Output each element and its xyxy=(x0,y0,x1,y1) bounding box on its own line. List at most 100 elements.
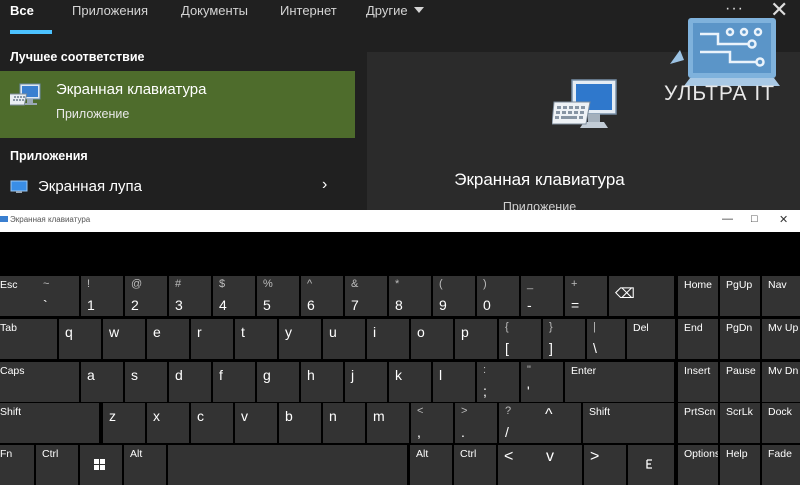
key-b[interactable]: b xyxy=(279,403,321,443)
key-help[interactable]: Help xyxy=(720,445,760,485)
key-sym[interactable]: >. xyxy=(455,403,497,443)
key-1[interactable]: ! 1 xyxy=(81,276,123,316)
key-sym[interactable]: > xyxy=(584,445,626,485)
key-7[interactable]: & 7 xyxy=(345,276,387,316)
key-8[interactable]: * 8 xyxy=(389,276,431,316)
key-r[interactable]: r xyxy=(191,319,233,359)
key-c[interactable]: c xyxy=(191,403,233,443)
key-pgdn[interactable]: PgDn xyxy=(720,319,760,359)
key-j[interactable]: j xyxy=(345,362,387,402)
key-caps[interactable]: Caps xyxy=(0,362,79,402)
key-i[interactable]: i xyxy=(367,319,409,359)
key-ctrl[interactable]: Ctrl xyxy=(36,445,78,485)
key-g[interactable]: g xyxy=(257,362,299,402)
key-t[interactable]: t xyxy=(235,319,277,359)
close-window-button[interactable]: ✕ xyxy=(779,213,788,226)
key-shift[interactable]: Shift xyxy=(0,403,99,443)
key-o[interactable]: o xyxy=(411,319,453,359)
key-0[interactable]: ) 0 xyxy=(477,276,519,316)
key-3[interactable]: #3 xyxy=(169,276,211,316)
key-sym[interactable]: }] xyxy=(543,319,585,359)
key-sym[interactable]: " ' xyxy=(521,362,563,402)
key-z[interactable]: z xyxy=(103,403,145,443)
key-label: PgUp xyxy=(726,279,753,291)
minimize-button[interactable]: — xyxy=(722,213,733,225)
key-sym[interactable]: ~ ` xyxy=(37,276,79,316)
list-item-magnifier[interactable]: Экранная лупа › xyxy=(0,176,355,202)
key-s[interactable]: s xyxy=(125,362,167,402)
key-pgup[interactable]: PgUp xyxy=(720,276,760,316)
tab-all[interactable]: Все xyxy=(10,3,34,18)
key-sym[interactable]: < xyxy=(498,445,540,485)
key-label: f xyxy=(219,367,223,383)
key-end[interactable]: End xyxy=(678,319,718,359)
key-ctrl[interactable]: Ctrl xyxy=(454,445,496,485)
key-insert[interactable]: Insert xyxy=(678,362,718,402)
key-f[interactable]: f xyxy=(213,362,255,402)
key-sym[interactable]: + = xyxy=(565,276,607,316)
key-9[interactable]: (9 xyxy=(433,276,475,316)
key-h[interactable]: h xyxy=(301,362,343,402)
key-a[interactable]: a xyxy=(81,362,123,402)
best-match-item[interactable]: Экранная клавиатура Приложение xyxy=(0,71,355,138)
key-5[interactable]: % 5 xyxy=(257,276,299,316)
tab-internet[interactable]: Интернет xyxy=(280,3,337,18)
key-scrlk[interactable]: ScrLk xyxy=(720,403,760,443)
key-sym[interactable]: :; xyxy=(477,362,519,402)
key-mv-dn[interactable]: Mv Dn xyxy=(762,362,800,402)
key-tab[interactable]: Tab xyxy=(0,319,57,359)
key-pause[interactable]: Pause xyxy=(720,362,760,402)
key-mv-up[interactable]: Mv Up xyxy=(762,319,800,359)
key-shift-label: % xyxy=(263,278,273,290)
key-keyboard-layout[interactable] xyxy=(628,445,674,485)
key-sym[interactable]: ⌫ xyxy=(609,276,674,316)
key-label: l xyxy=(439,367,443,383)
key-enter[interactable]: Enter xyxy=(565,362,674,402)
key-l[interactable]: l xyxy=(433,362,475,402)
osk-titlebar: Экранная клавиатура — □ ✕ xyxy=(0,210,800,232)
key-d[interactable]: d xyxy=(169,362,211,402)
key-v[interactable]: v xyxy=(540,445,582,485)
key-k[interactable]: k xyxy=(389,362,431,402)
key-sym[interactable]: ^ xyxy=(539,403,581,443)
key-home[interactable]: Home xyxy=(678,276,718,316)
key-del[interactable]: Del xyxy=(627,319,675,359)
key-2[interactable]: @2 xyxy=(125,276,167,316)
key-label: Del xyxy=(633,322,649,334)
key-prtscn[interactable]: PrtScn xyxy=(678,403,718,443)
key-6[interactable]: ^ 6 xyxy=(301,276,343,316)
key-sym[interactable]: ? / xyxy=(499,403,541,443)
key-4[interactable]: $4 xyxy=(213,276,255,316)
key-e[interactable]: e xyxy=(147,319,189,359)
key-shift-label: ) xyxy=(483,278,487,290)
key-w[interactable]: w xyxy=(103,319,145,359)
key-sym[interactable]: {[ xyxy=(499,319,541,359)
key-space[interactable] xyxy=(168,445,407,485)
key-v[interactable]: v xyxy=(235,403,277,443)
key-alt[interactable]: Alt xyxy=(124,445,166,485)
chevron-right-icon[interactable]: › xyxy=(322,176,327,194)
key-n[interactable]: n xyxy=(323,403,365,443)
tab-other[interactable]: Другие xyxy=(366,3,424,18)
key-y[interactable]: y xyxy=(279,319,321,359)
key-m[interactable]: m xyxy=(367,403,409,443)
key-options[interactable]: Options xyxy=(678,445,718,485)
key-p[interactable]: p xyxy=(455,319,497,359)
key-x[interactable]: x xyxy=(147,403,189,443)
tab-documents[interactable]: Документы xyxy=(181,3,248,18)
key-q[interactable]: q xyxy=(59,319,101,359)
key-sym[interactable]: <, xyxy=(411,403,453,443)
maximize-button[interactable]: □ xyxy=(751,213,758,225)
key-nav[interactable]: Nav xyxy=(762,276,800,316)
key-u[interactable]: u xyxy=(323,319,365,359)
key-shift-label: _ xyxy=(527,278,534,290)
key-windows[interactable] xyxy=(80,445,122,485)
key-sym[interactable]: _ - xyxy=(521,276,563,316)
tab-apps[interactable]: Приложения xyxy=(72,3,148,18)
key-dock[interactable]: Dock xyxy=(762,403,800,443)
key-sym[interactable]: | \ xyxy=(587,319,625,359)
key-shift[interactable]: Shift xyxy=(583,403,674,443)
key-fade[interactable]: Fade xyxy=(762,445,800,485)
key-fn[interactable]: Fn xyxy=(0,445,34,485)
key-alt[interactable]: Alt xyxy=(410,445,452,485)
